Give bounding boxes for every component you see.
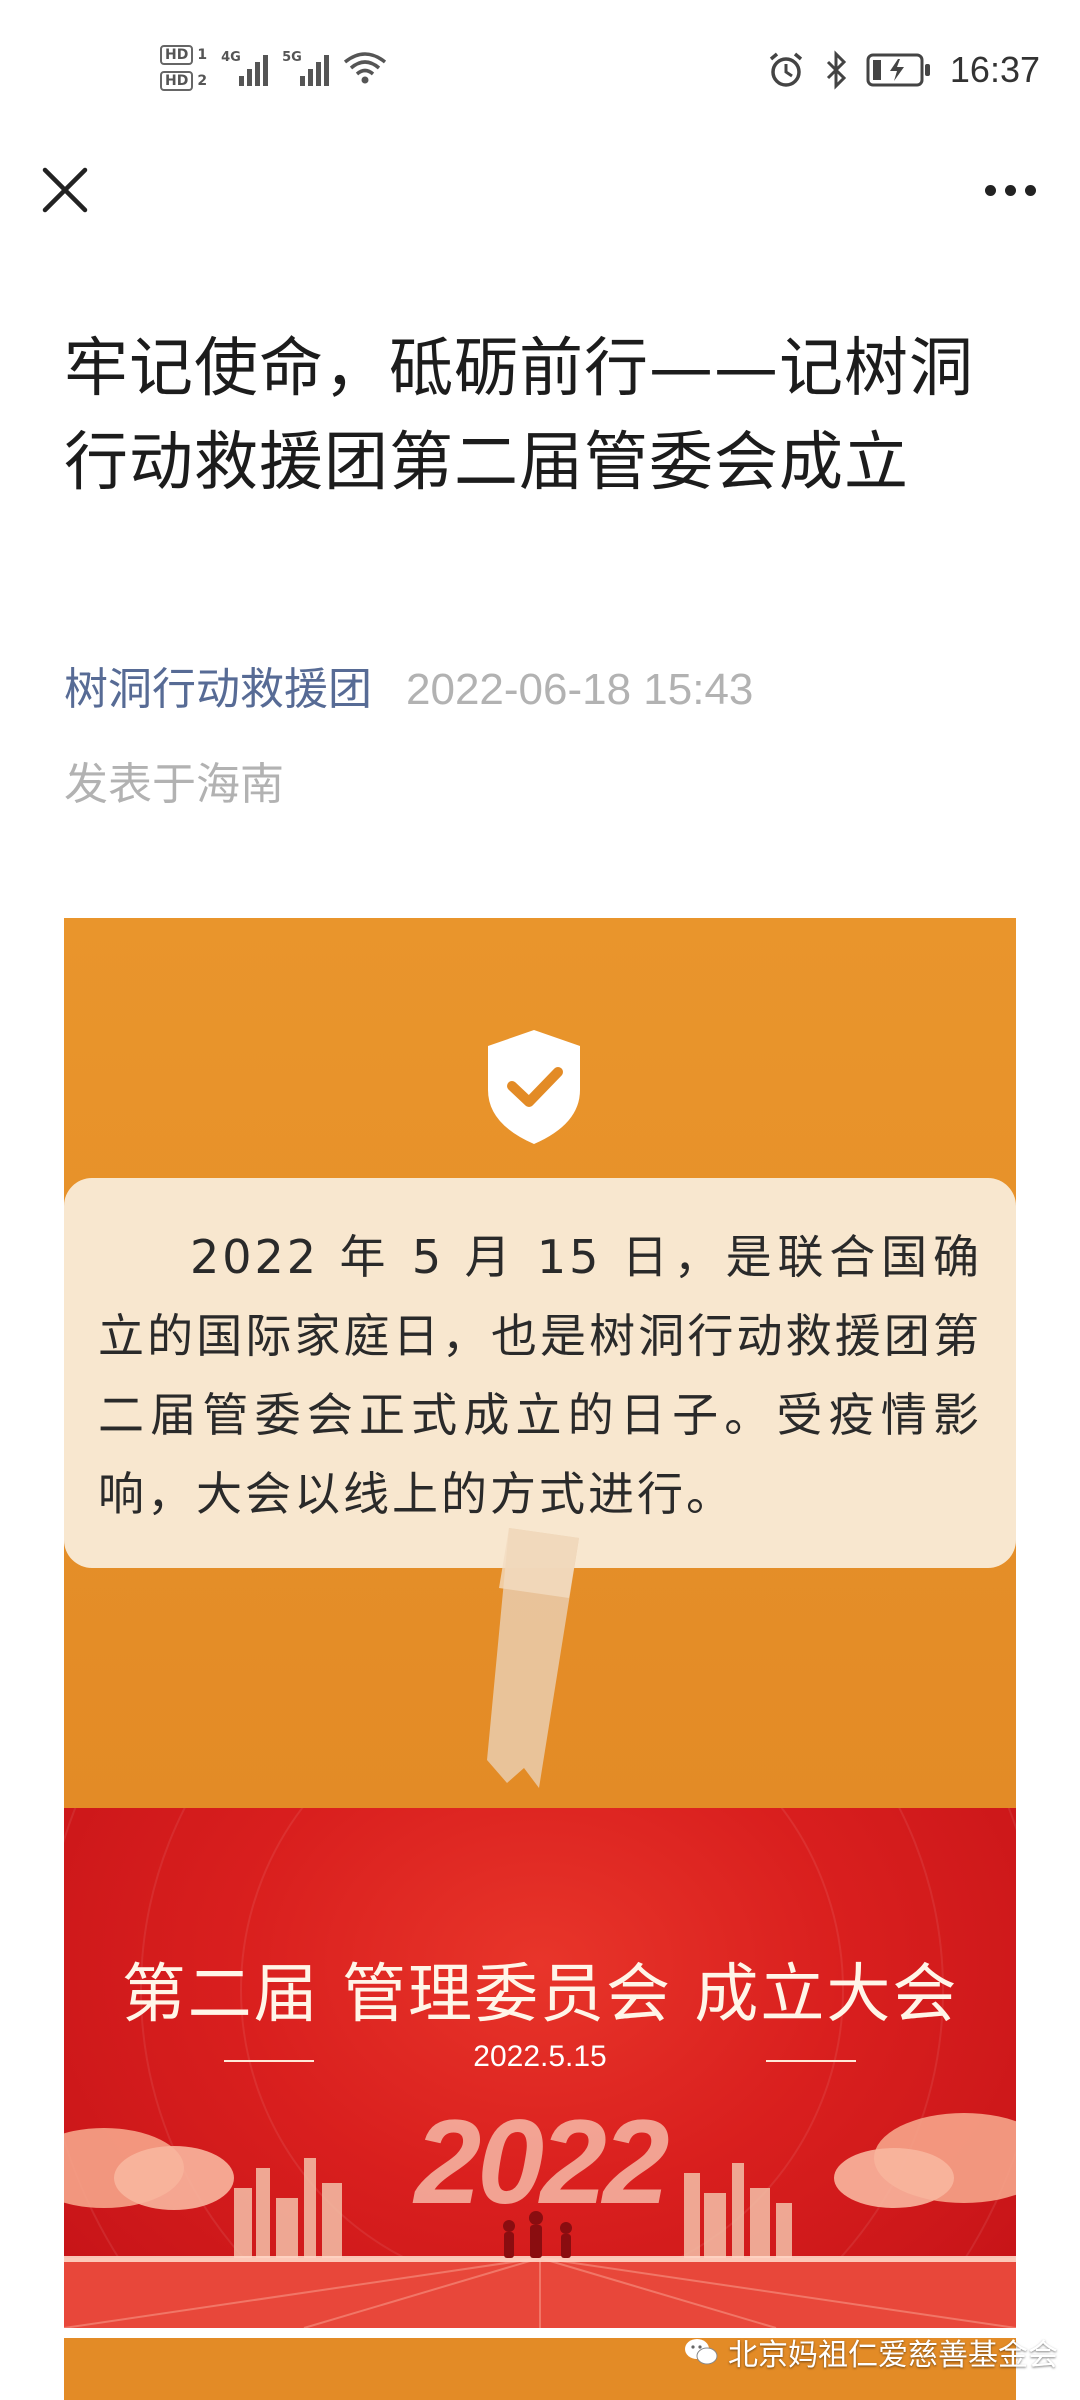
more-button[interactable] xyxy=(970,155,1050,225)
publish-date: 2022-06-18 15:43 xyxy=(406,665,754,714)
nav-bar xyxy=(0,130,1080,250)
more-icon-dot xyxy=(1004,184,1016,196)
article-title: 牢记使命，砥砺前行——记树洞行动救援团第二届管委会成立 xyxy=(64,332,974,500)
article-content: 2022 年 5 月 15 日，是联合国确立的国际家庭日，也是树洞行动救援团第二… xyxy=(64,918,1016,2400)
ceremony-banner-image[interactable]: 第二届 管理委员会 成立大会 2022.5.15 2022 xyxy=(64,1808,1016,2328)
hd2-badge: HD 2 xyxy=(160,71,207,91)
alarm-icon xyxy=(769,52,803,87)
bluetooth-icon xyxy=(826,50,847,90)
status-bar: HD 1 HD 2 4G 5G 16:37 xyxy=(0,0,1080,130)
banner-year: 2022 xyxy=(414,2095,670,2229)
signal-5g-icon: 5G xyxy=(282,50,330,86)
more-icon-dot xyxy=(1024,184,1036,196)
status-left: HD 1 HD 2 4G 5G xyxy=(160,38,387,98)
signal-5g-label: 5G xyxy=(282,50,302,65)
author-link[interactable]: 树洞行动救援团 xyxy=(64,664,372,715)
hd1-num: 1 xyxy=(197,47,208,63)
ribbon-decoration xyxy=(487,1528,579,1788)
banner-date-row: 2022.5.15 xyxy=(64,2040,1016,2080)
hd1-badge: HD 1 xyxy=(160,45,207,65)
hd-indicators: HD 1 HD 2 xyxy=(160,45,207,91)
signal-4g-label: 4G xyxy=(221,50,241,65)
status-right: 16:37 xyxy=(766,40,1040,100)
hd1-label: HD xyxy=(160,45,194,65)
battery-charging-icon xyxy=(866,53,930,87)
signal-4g-icon: 4G xyxy=(221,50,269,86)
status-time: 16:37 xyxy=(949,49,1040,90)
wifi-icon xyxy=(344,52,387,84)
note-card: 2022 年 5 月 15 日，是联合国确立的国际家庭日，也是树洞行动救援团第二… xyxy=(64,1178,1016,1568)
close-button[interactable] xyxy=(30,155,100,225)
banner-date: 2022.5.15 xyxy=(473,2040,607,2073)
wechat-icon xyxy=(685,2339,718,2365)
watermark-text: 北京妈祖仁爱慈善基金会 xyxy=(728,2338,1058,2373)
hd2-label: HD xyxy=(160,71,194,91)
note-text: 2022 年 5 月 15 日，是联合国确立的国际家庭日，也是树洞行动救援团第二… xyxy=(98,1230,982,1521)
shield-check-icon xyxy=(488,1030,580,1144)
article-meta: 树洞行动救援团 2022-06-18 15:43 xyxy=(64,660,753,720)
publish-location: 发表于海南 xyxy=(64,759,284,810)
note-image[interactable]: 2022 年 5 月 15 日，是联合国确立的国际家庭日，也是树洞行动救援团第二… xyxy=(64,918,1016,1808)
hd2-num: 2 xyxy=(197,73,208,89)
more-icon-dot xyxy=(984,184,996,196)
close-icon xyxy=(42,167,88,213)
banner-title: 第二届 管理委员会 成立大会 xyxy=(121,1958,959,2032)
watermark: 北京妈祖仁爱慈善基金会 xyxy=(684,2330,1058,2374)
